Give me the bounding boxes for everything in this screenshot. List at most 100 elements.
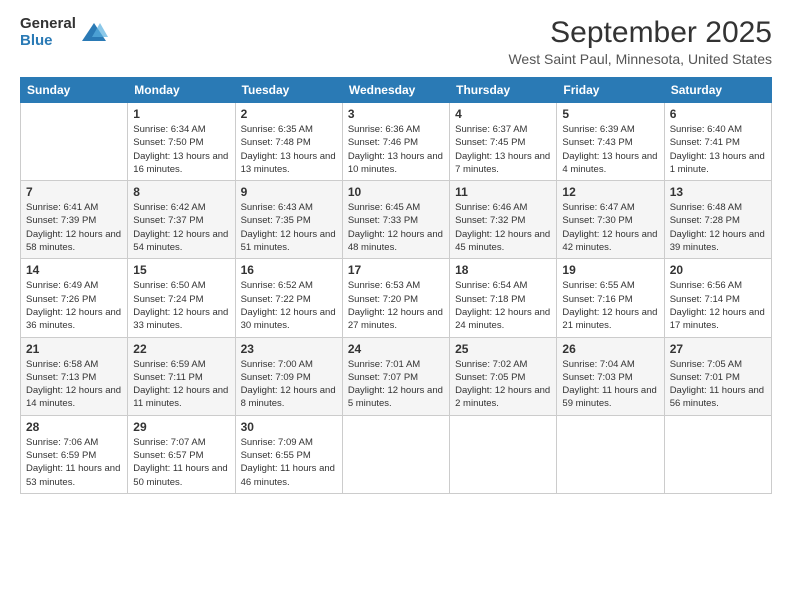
calendar-cell: 25 Sunrise: 7:02 AMSunset: 7:05 PMDayligh… [450, 337, 557, 415]
calendar-cell: 24 Sunrise: 7:01 AMSunset: 7:07 PMDayligh… [342, 337, 449, 415]
day-info: Sunrise: 6:40 AMSunset: 7:41 PMDaylight:… [670, 123, 766, 176]
day-number: 3 [348, 107, 444, 121]
day-info: Sunrise: 6:55 AMSunset: 7:16 PMDaylight:… [562, 279, 658, 332]
day-info: Sunrise: 6:43 AMSunset: 7:35 PMDaylight:… [241, 201, 337, 254]
calendar-cell: 20 Sunrise: 6:56 AMSunset: 7:14 PMDayligh… [664, 259, 771, 337]
calendar-cell [557, 415, 664, 493]
calendar-cell: 12 Sunrise: 6:47 AMSunset: 7:30 PMDayligh… [557, 181, 664, 259]
calendar-cell: 7 Sunrise: 6:41 AMSunset: 7:39 PMDaylight… [21, 181, 128, 259]
calendar-cell: 9 Sunrise: 6:43 AMSunset: 7:35 PMDaylight… [235, 181, 342, 259]
day-info: Sunrise: 6:37 AMSunset: 7:45 PMDaylight:… [455, 123, 551, 176]
day-info: Sunrise: 7:09 AMSunset: 6:55 PMDaylight:… [241, 436, 337, 489]
day-info: Sunrise: 6:49 AMSunset: 7:26 PMDaylight:… [26, 279, 122, 332]
calendar-cell: 10Sunrise: 6:45 AMSunset: 7:33 PMDayligh… [342, 181, 449, 259]
calendar-cell: 1 Sunrise: 6:34 AMSunset: 7:50 PMDaylight… [128, 103, 235, 181]
day-info: Sunrise: 6:41 AMSunset: 7:39 PMDaylight:… [26, 201, 122, 254]
day-number: 8 [133, 185, 229, 199]
calendar-cell: 15Sunrise: 6:50 AMSunset: 7:24 PMDayligh… [128, 259, 235, 337]
day-number: 24 [348, 342, 444, 356]
day-number: 1 [133, 107, 229, 121]
month-title: September 2025 [508, 16, 772, 49]
calendar-cell: 6 Sunrise: 6:40 AMSunset: 7:41 PMDaylight… [664, 103, 771, 181]
calendar-cell [450, 415, 557, 493]
day-info: Sunrise: 6:46 AMSunset: 7:32 PMDaylight:… [455, 201, 551, 254]
day-number: 18 [455, 263, 551, 277]
day-number: 12 [562, 185, 658, 199]
day-number: 27 [670, 342, 766, 356]
day-info: Sunrise: 6:34 AMSunset: 7:50 PMDaylight:… [133, 123, 229, 176]
calendar-cell: 29 Sunrise: 7:07 AMSunset: 6:57 PMDayligh… [128, 415, 235, 493]
calendar-cell: 2 Sunrise: 6:35 AMSunset: 7:48 PMDaylight… [235, 103, 342, 181]
day-number: 7 [26, 185, 122, 199]
calendar-cell: 23 Sunrise: 7:00 AMSunset: 7:09 PMDayligh… [235, 337, 342, 415]
calendar-cell: 16Sunrise: 6:52 AMSunset: 7:22 PMDayligh… [235, 259, 342, 337]
day-info: Sunrise: 6:36 AMSunset: 7:46 PMDaylight:… [348, 123, 444, 176]
day-info: Sunrise: 6:59 AMSunset: 7:11 PMDaylight:… [133, 358, 229, 411]
day-info: Sunrise: 6:47 AMSunset: 7:30 PMDaylight:… [562, 201, 658, 254]
logo-icon [80, 19, 108, 47]
calendar-cell: 28Sunrise: 7:06 AMSunset: 6:59 PMDayligh… [21, 415, 128, 493]
calendar-week-2: 7 Sunrise: 6:41 AMSunset: 7:39 PMDaylight… [21, 181, 772, 259]
logo-general: General [20, 16, 76, 33]
location: West Saint Paul, Minnesota, United State… [508, 51, 772, 67]
logo-blue: Blue [20, 33, 76, 50]
calendar-cell: 18 Sunrise: 6:54 AMSunset: 7:18 PMDayligh… [450, 259, 557, 337]
day-info: Sunrise: 7:07 AMSunset: 6:57 PMDaylight:… [133, 436, 229, 489]
weekday-header-saturday: Saturday [664, 78, 771, 103]
day-info: Sunrise: 6:42 AMSunset: 7:37 PMDaylight:… [133, 201, 229, 254]
day-number: 14 [26, 263, 122, 277]
day-info: Sunrise: 7:01 AMSunset: 7:07 PMDaylight:… [348, 358, 444, 411]
day-number: 19 [562, 263, 658, 277]
day-number: 28 [26, 420, 122, 434]
calendar-cell: 11Sunrise: 6:46 AMSunset: 7:32 PMDayligh… [450, 181, 557, 259]
day-number: 15 [133, 263, 229, 277]
day-number: 6 [670, 107, 766, 121]
day-info: Sunrise: 7:02 AMSunset: 7:05 PMDaylight:… [455, 358, 551, 411]
day-info: Sunrise: 7:05 AMSunset: 7:01 PMDaylight:… [670, 358, 766, 411]
day-info: Sunrise: 7:00 AMSunset: 7:09 PMDaylight:… [241, 358, 337, 411]
calendar-cell: 19 Sunrise: 6:55 AMSunset: 7:16 PMDayligh… [557, 259, 664, 337]
calendar-cell: 27 Sunrise: 7:05 AMSunset: 7:01 PMDayligh… [664, 337, 771, 415]
day-number: 26 [562, 342, 658, 356]
weekday-header-friday: Friday [557, 78, 664, 103]
calendar-cell: 17 Sunrise: 6:53 AMSunset: 7:20 PMDayligh… [342, 259, 449, 337]
day-info: Sunrise: 6:52 AMSunset: 7:22 PMDaylight:… [241, 279, 337, 332]
day-number: 4 [455, 107, 551, 121]
day-number: 21 [26, 342, 122, 356]
day-info: Sunrise: 6:48 AMSunset: 7:28 PMDaylight:… [670, 201, 766, 254]
day-info: Sunrise: 6:39 AMSunset: 7:43 PMDaylight:… [562, 123, 658, 176]
day-number: 13 [670, 185, 766, 199]
day-number: 9 [241, 185, 337, 199]
day-number: 17 [348, 263, 444, 277]
calendar-cell [664, 415, 771, 493]
day-info: Sunrise: 6:35 AMSunset: 7:48 PMDaylight:… [241, 123, 337, 176]
calendar-week-3: 14 Sunrise: 6:49 AMSunset: 7:26 PMDayligh… [21, 259, 772, 337]
title-block: September 2025 West Saint Paul, Minnesot… [508, 16, 772, 67]
logo: General Blue [20, 16, 108, 49]
page: General Blue September 2025 West Saint P… [0, 0, 792, 612]
calendar-cell: 21 Sunrise: 6:58 AMSunset: 7:13 PMDayligh… [21, 337, 128, 415]
weekday-header-row: SundayMondayTuesdayWednesdayThursdayFrid… [21, 78, 772, 103]
calendar-cell: 5Sunrise: 6:39 AMSunset: 7:43 PMDaylight… [557, 103, 664, 181]
day-info: Sunrise: 6:58 AMSunset: 7:13 PMDaylight:… [26, 358, 122, 411]
day-info: Sunrise: 6:54 AMSunset: 7:18 PMDaylight:… [455, 279, 551, 332]
weekday-header-tuesday: Tuesday [235, 78, 342, 103]
day-number: 22 [133, 342, 229, 356]
day-number: 23 [241, 342, 337, 356]
calendar-cell: 26 Sunrise: 7:04 AMSunset: 7:03 PMDayligh… [557, 337, 664, 415]
weekday-header-thursday: Thursday [450, 78, 557, 103]
calendar-week-1: 1 Sunrise: 6:34 AMSunset: 7:50 PMDaylight… [21, 103, 772, 181]
calendar-cell: 3 Sunrise: 6:36 AMSunset: 7:46 PMDaylight… [342, 103, 449, 181]
calendar-cell: 30 Sunrise: 7:09 AMSunset: 6:55 PMDayligh… [235, 415, 342, 493]
day-number: 20 [670, 263, 766, 277]
day-number: 2 [241, 107, 337, 121]
day-info: Sunrise: 6:53 AMSunset: 7:20 PMDaylight:… [348, 279, 444, 332]
day-number: 30 [241, 420, 337, 434]
day-info: Sunrise: 6:56 AMSunset: 7:14 PMDaylight:… [670, 279, 766, 332]
day-number: 25 [455, 342, 551, 356]
day-info: Sunrise: 7:04 AMSunset: 7:03 PMDaylight:… [562, 358, 658, 411]
weekday-header-monday: Monday [128, 78, 235, 103]
header: General Blue September 2025 West Saint P… [20, 16, 772, 67]
calendar-cell: 22 Sunrise: 6:59 AMSunset: 7:11 PMDayligh… [128, 337, 235, 415]
day-number: 29 [133, 420, 229, 434]
